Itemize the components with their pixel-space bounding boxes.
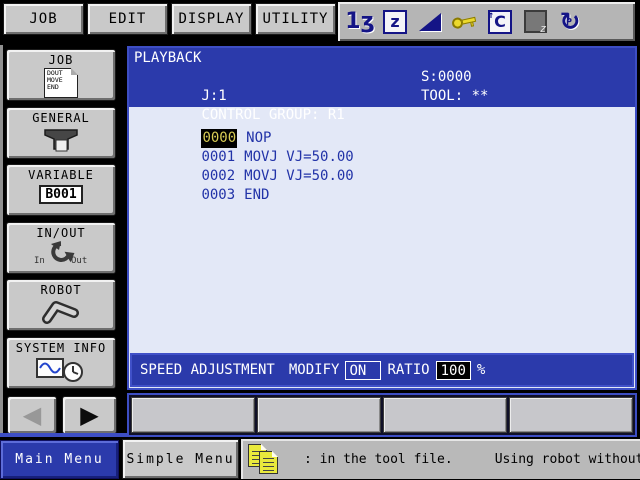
sidebar-item-in-out[interactable]: IN/OUT In Out — [6, 222, 116, 274]
percent-unit: % — [476, 362, 486, 378]
in-out-arrows-icon: In Out — [31, 241, 91, 265]
page-icon: z — [522, 8, 548, 35]
ratio-label: RATIO — [387, 362, 430, 378]
interpolation-icon: z — [382, 8, 408, 35]
menu-button-job[interactable]: JOB — [3, 3, 84, 35]
menu-label: JOB — [29, 11, 58, 27]
status-message-left: : in the tool file. — [304, 451, 453, 467]
security-key-icon — [451, 8, 478, 35]
instruction: END — [244, 187, 270, 203]
general-tool-icon — [39, 126, 83, 158]
sidebar-item-label: IN/OUT — [36, 226, 86, 240]
pendant-screen: JOB EDIT DISPLAY UTILITY 1ʒ z C ↑ z ↻ P … — [0, 0, 640, 480]
svg-text:Out: Out — [71, 256, 87, 265]
line-number: 0003 — [201, 187, 236, 203]
page-next-button[interactable]: ▶ — [62, 396, 117, 434]
documents-icon — [246, 442, 290, 476]
main-menu-label: Main Menu — [15, 452, 104, 467]
robot-arm-icon — [39, 298, 83, 328]
cycle-mode-icon: C ↑ — [487, 8, 513, 35]
message-strip: : in the tool file. Using robot without … — [241, 439, 640, 479]
instruction: MOVJ VJ=50.00 — [244, 149, 354, 165]
sidebar-edge — [0, 45, 3, 435]
main-display: PLAYBACK J:1 S:0000 CONTROL GROUP: R1 TO… — [127, 46, 637, 390]
job-header: PLAYBACK J:1 S:0000 CONTROL GROUP: R1 TO… — [129, 48, 635, 123]
bottom-bar: Main Menu Simple Menu : in the tool file… — [0, 438, 640, 480]
tool-number: TOOL: ** — [421, 88, 489, 104]
system-info-icon — [35, 356, 87, 388]
function-key-4[interactable] — [509, 397, 633, 433]
menu-label: DISPLAY — [178, 11, 245, 27]
instruction: MOVJ VJ=50.00 — [244, 168, 354, 184]
sidebar-item-job[interactable]: JOB DOUT MOVE END — [6, 49, 116, 101]
page-prev-button[interactable]: ◀ — [7, 396, 57, 434]
ratio-value-field[interactable]: 100 — [435, 360, 471, 380]
right-arrow-icon: ▶ — [80, 401, 99, 429]
job-document-icon: DOUT MOVE END — [44, 68, 78, 98]
simple-menu-button[interactable]: Simple Menu — [122, 439, 239, 479]
main-menu-button[interactable]: Main Menu — [0, 440, 119, 479]
sidebar-item-label: JOB — [48, 53, 74, 67]
function-key-2[interactable] — [257, 397, 381, 433]
speed-adjustment-label: SPEED ADJUSTMENT — [140, 362, 275, 378]
instruction: NOP — [246, 130, 272, 146]
function-key-3[interactable] — [383, 397, 507, 433]
speed-adjustment-bar: SPEED ADJUSTMENT MODIFY ON RATIO 100 % — [130, 353, 634, 387]
menu-button-utility[interactable]: UTILITY — [255, 3, 336, 35]
left-arrow-icon: ◀ — [22, 401, 42, 429]
modify-label: MODIFY — [288, 362, 340, 378]
sidebar-item-general[interactable]: GENERAL — [6, 107, 116, 159]
sidebar-item-robot[interactable]: ROBOT — [6, 279, 116, 331]
variable-b001-icon: B001 — [39, 185, 83, 204]
menu-button-display[interactable]: DISPLAY — [171, 3, 252, 35]
mode-title: PLAYBACK — [134, 50, 202, 66]
sidebar-bottom-line — [0, 433, 127, 437]
simple-menu-label: Simple Menu — [126, 451, 235, 467]
line-number: 0002 — [201, 168, 236, 184]
speed-level-icon — [417, 8, 443, 35]
modify-value-field[interactable]: ON — [345, 360, 382, 380]
status-icon-panel: 1ʒ z C ↑ z ↻ P — [337, 1, 636, 42]
sidebar-item-system-info[interactable]: SYSTEM INFO — [6, 337, 116, 389]
sidebar-item-label: GENERAL — [32, 111, 90, 125]
control-group: CONTROL GROUP: R1 — [201, 107, 345, 123]
menu-label: EDIT — [108, 11, 147, 27]
line-number-cursor: 0000 — [201, 129, 238, 148]
menu-label: UTILITY — [262, 11, 329, 27]
menu-button-edit[interactable]: EDIT — [87, 3, 168, 35]
sidebar-item-label: SYSTEM INFO — [15, 341, 107, 355]
sidebar-item-variable[interactable]: VARIABLE B001 — [6, 164, 116, 216]
function-key-row — [127, 393, 637, 437]
line-number: 0001 — [201, 149, 236, 165]
playback-repeat-icon: ↻ P — [559, 7, 581, 36]
sidebar-item-label: VARIABLE — [28, 168, 94, 182]
svg-text:In: In — [34, 256, 45, 265]
step-mode-icon: 1ʒ — [345, 8, 375, 34]
step-number: S:0000 — [421, 69, 472, 85]
function-key-1[interactable] — [131, 397, 255, 433]
sidebar-item-label: ROBOT — [40, 283, 82, 297]
status-message-right: Using robot without s — [494, 451, 640, 467]
